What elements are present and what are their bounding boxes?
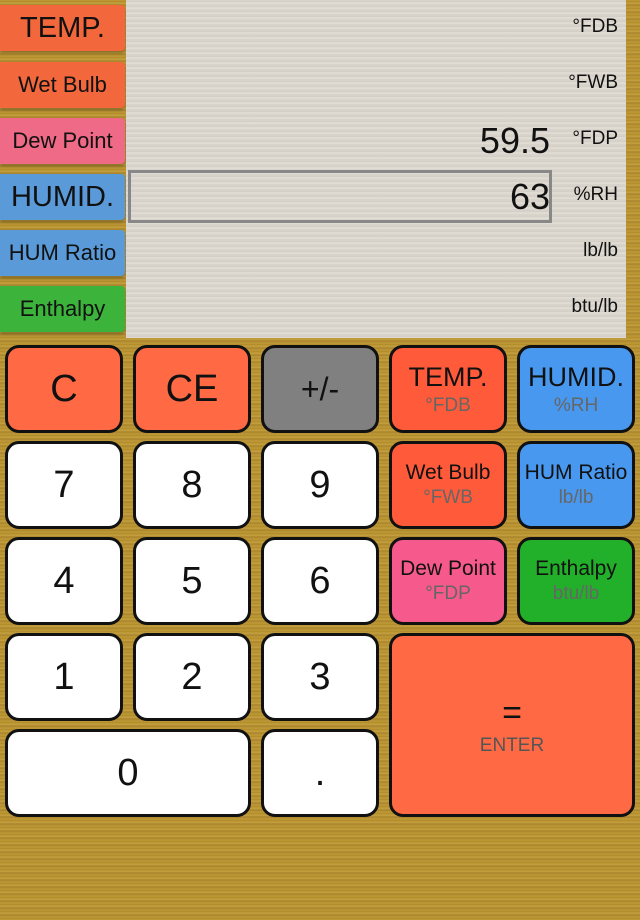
display-row-dew-point[interactable]: 59.5 °FDP [126,112,626,168]
digit-9-button[interactable]: 9 [261,441,379,529]
digit-0-button[interactable]: 0 [5,729,251,817]
digit-4-button[interactable]: 4 [5,537,123,625]
enter-button[interactable]: = ENTER [389,633,635,817]
digit-5-button[interactable]: 5 [133,537,251,625]
title: Wet Bulb [405,461,491,484]
decimal-button[interactable]: . [261,729,379,817]
enthalpy-button[interactable]: Enthalpy btu/lb [517,537,635,625]
title: Enthalpy [535,557,617,580]
unit: °FWB [568,72,618,93]
hum-ratio-button[interactable]: HUM Ratio lb/lb [517,441,635,529]
title: Dew Point [400,557,496,580]
unit: lb/lb [558,487,594,508]
label-temp: TEMP. [0,5,125,51]
unit: °FDP [425,583,471,604]
digit-6-button[interactable]: 6 [261,537,379,625]
title: TEMP. [408,361,488,392]
unit: °FWB [423,487,473,508]
title: HUMID. [528,361,624,392]
display-row-hum-ratio[interactable]: lb/lb [126,224,626,280]
digit-7-button[interactable]: 7 [5,441,123,529]
value: 63 [509,176,550,217]
digit-2-button[interactable]: 2 [133,633,251,721]
wet-bulb-button[interactable]: Wet Bulb °FWB [389,441,507,529]
display-row-humid[interactable]: 63 %RH [126,168,626,224]
clear-entry-button[interactable]: CE [133,345,251,433]
unit: %RH [573,184,618,205]
label-wet-bulb: Wet Bulb [0,62,125,108]
unit: btu/lb [571,296,618,317]
unit: %RH [553,394,599,416]
display-panel: °FDB °FWB 59.5 °FDP 63 %RH lb/lb btu/lb [126,0,626,338]
equals-sign: = [502,693,522,732]
humid-button[interactable]: HUMID. %RH [517,345,635,433]
digit-3-button[interactable]: 3 [261,633,379,721]
unit: °FDB [572,16,618,37]
unit: °FDB [425,394,471,416]
title: HUM Ratio [524,461,628,484]
unit: btu/lb [552,583,600,604]
clear-button[interactable]: C [5,345,123,433]
unit: lb/lb [583,240,618,261]
value: 59.5 [479,120,550,161]
enter-label: ENTER [479,734,545,756]
unit: °FDP [572,128,618,149]
label-dew-point: Dew Point [0,118,125,164]
digit-8-button[interactable]: 8 [133,441,251,529]
label-humid: HUMID. [0,174,125,220]
sign-toggle-button[interactable]: +/- [261,345,379,433]
temp-button[interactable]: TEMP. °FDB [389,345,507,433]
display-row-wet-bulb[interactable]: °FWB [126,56,626,112]
display-row-enthalpy[interactable]: btu/lb [126,280,626,336]
label-hum-ratio: HUM Ratio [0,230,125,276]
digit-1-button[interactable]: 1 [5,633,123,721]
dew-point-button[interactable]: Dew Point °FDP [389,537,507,625]
label-enthalpy: Enthalpy [0,286,125,332]
display-row-temp[interactable]: °FDB [126,0,626,56]
